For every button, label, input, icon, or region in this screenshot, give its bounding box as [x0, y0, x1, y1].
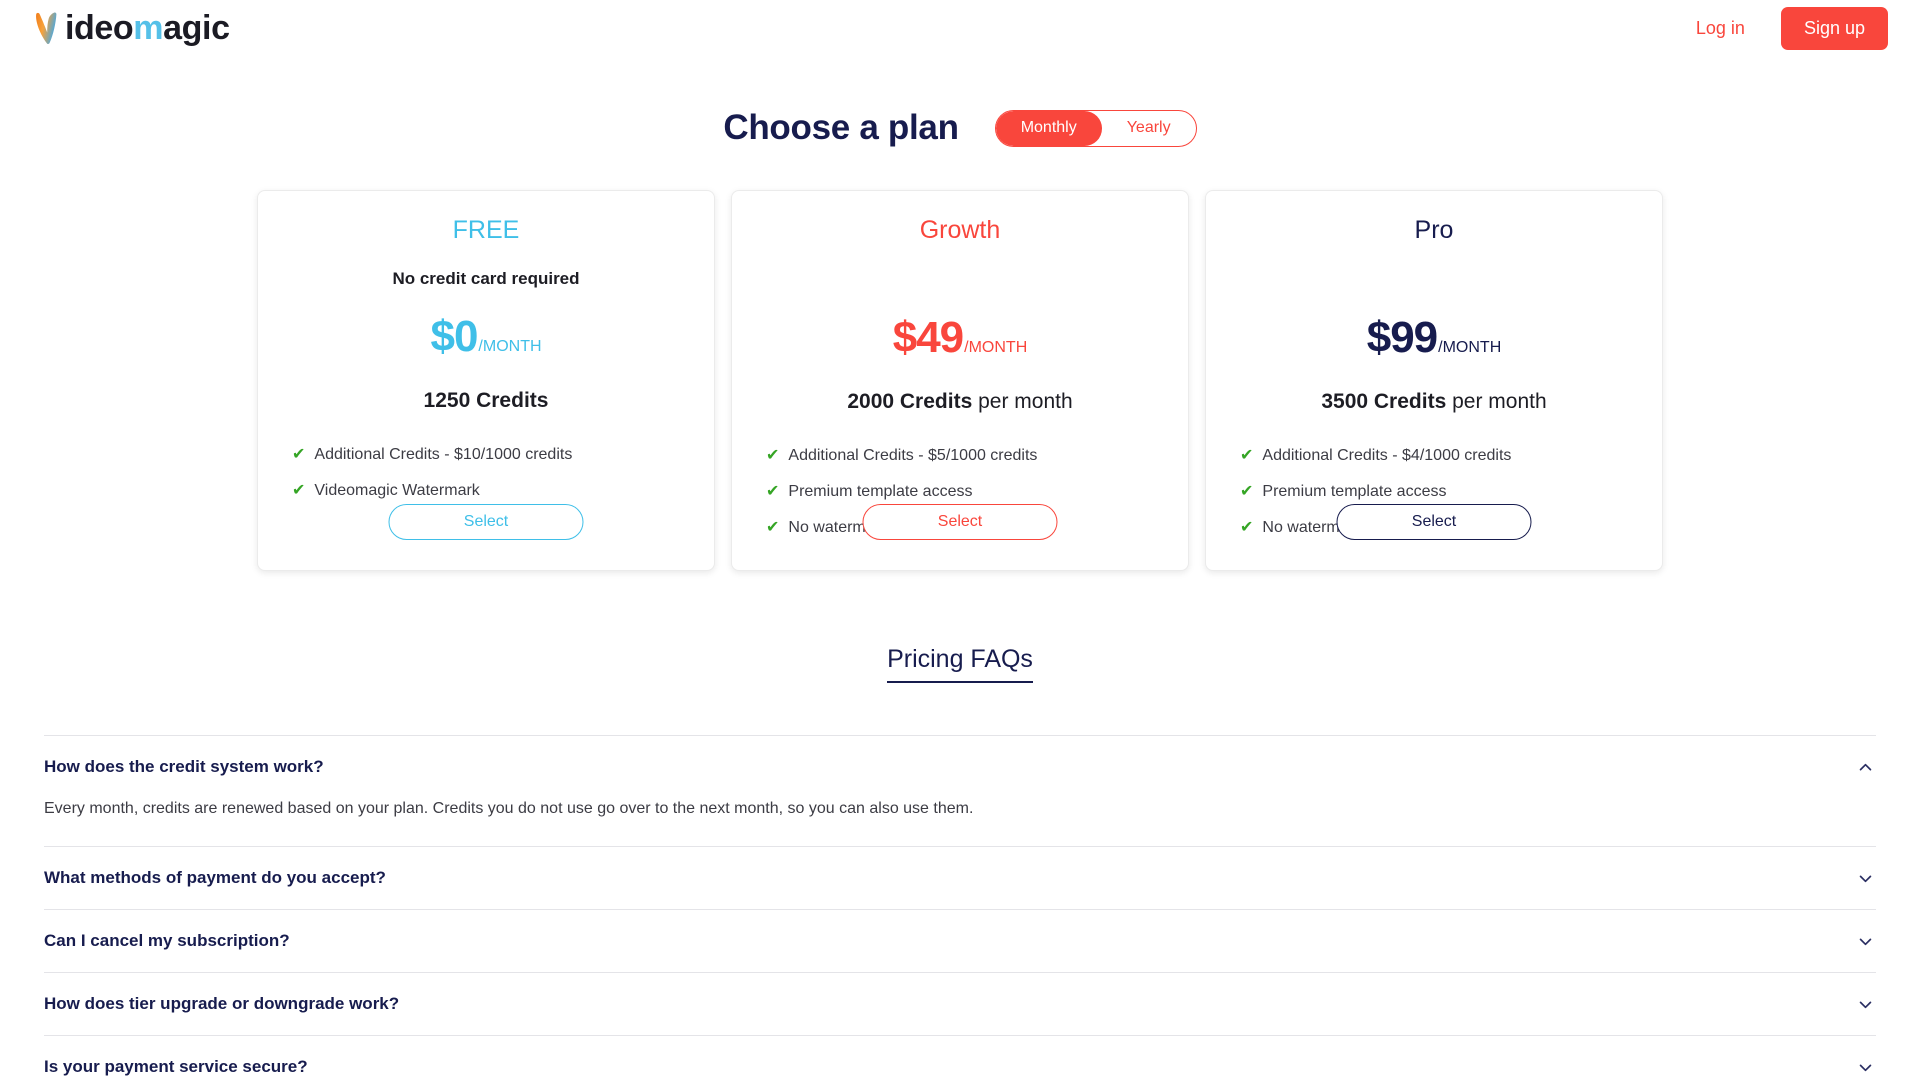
check-icon: ✔ — [292, 481, 306, 499]
check-icon: ✔ — [766, 446, 780, 464]
plan-feature-label: Videomagic Watermark — [314, 481, 480, 499]
faq-question-row[interactable]: Can I cancel my subscription? — [44, 910, 1876, 972]
faq-heading: Pricing FAQs — [887, 645, 1033, 683]
faq-question-row[interactable]: Is your payment service secure? — [44, 1036, 1876, 1080]
faq-question: Can I cancel my subscription? — [44, 931, 290, 951]
plan-name: Growth — [919, 216, 1001, 244]
plan-credits-amount: 1250 Credits — [423, 388, 549, 412]
plan-price-row: $49/MONTH — [760, 312, 1160, 362]
faq-heading-wrap: Pricing FAQs — [0, 645, 1920, 683]
plan-feature-label: Additional Credits - $4/1000 credits — [1262, 446, 1512, 464]
page-title: Choose a plan — [723, 108, 959, 147]
logo-v-icon — [36, 12, 57, 44]
plan-subtitle: No credit card required — [392, 268, 580, 288]
plan-title-row: Choose a plan Monthly Yearly — [0, 108, 1920, 148]
videomagic-logo[interactable]: ideo m agic — [34, 11, 230, 45]
plan-feature-label: Premium template access — [1262, 482, 1447, 500]
check-icon: ✔ — [766, 482, 780, 500]
plan-price-period: /MONTH — [1438, 338, 1502, 356]
faq-question: How does tier upgrade or downgrade work? — [44, 994, 400, 1014]
faq-question-row[interactable]: How does tier upgrade or downgrade work? — [44, 973, 1876, 1035]
plan-select-button[interactable]: Select — [388, 504, 584, 540]
chevron-up-icon[interactable] — [1857, 759, 1874, 776]
plan-select-button[interactable]: Select — [862, 504, 1058, 540]
signup-button[interactable]: Sign up — [1780, 6, 1888, 50]
plan-credits-amount: 2000 Credits — [847, 389, 973, 413]
faq-question: Is your payment service secure? — [44, 1057, 308, 1077]
faq-item: Is your payment service secure? — [44, 1036, 1876, 1080]
plan-credits-amount: 3500 Credits — [1321, 389, 1447, 413]
logo-text-agic: agic — [163, 9, 230, 47]
check-icon: ✔ — [1240, 518, 1254, 536]
check-icon: ✔ — [766, 518, 780, 536]
faq-item: What methods of payment do you accept? — [44, 847, 1876, 911]
plan-price-amount: $0 — [430, 311, 478, 361]
plan-credits-line: 2000 Credits per month — [760, 390, 1160, 414]
pricing-plans: FREE No credit card required $0/MONTH 1250 … — [0, 190, 1920, 571]
login-link[interactable]: Log in — [1696, 18, 1745, 39]
plan-feature-item: ✔ Premium template access — [1240, 482, 1634, 502]
plan-credits-line: 1250 Credits — [286, 389, 686, 413]
chevron-down-icon[interactable] — [1857, 933, 1874, 950]
plan-select-button[interactable]: Select — [1336, 504, 1532, 540]
plan-feature-item: ✔ Premium template access — [766, 482, 1160, 502]
plan-card: FREE No credit card required $0/MONTH 1250 … — [257, 190, 715, 571]
header-actions: Log in Sign up — [1696, 6, 1888, 50]
faq-answer: Every month, credits are renewed based o… — [44, 800, 974, 817]
plan-name: Pro — [1414, 216, 1454, 244]
site-header: ideo m agic Log in Sign up — [0, 0, 1920, 56]
billing-toggle-monthly[interactable]: Monthly — [995, 110, 1102, 146]
plan-price-amount: $49 — [892, 312, 964, 362]
faq-question: What methods of payment do you accept? — [44, 868, 386, 888]
faq-item: Can I cancel my subscription? — [44, 910, 1876, 974]
plan-credits-suffix: per month — [972, 389, 1073, 413]
billing-toggle-yearly[interactable]: Yearly — [1102, 111, 1196, 146]
plan-price-amount: $99 — [1366, 312, 1438, 362]
plan-feature-label: Additional Credits - $10/1000 credits — [314, 445, 573, 463]
plan-price-row: $0/MONTH — [286, 311, 686, 361]
plan-card: Pro $99/MONTH 3500 Credits per month ✔ Addit… — [1205, 190, 1663, 571]
logo-text-m: m — [133, 9, 164, 47]
check-icon: ✔ — [1240, 446, 1254, 464]
plan-feature-label: Additional Credits - $5/1000 credits — [788, 446, 1038, 464]
plan-credits-suffix: per month — [1446, 389, 1547, 413]
billing-period-toggle[interactable]: Monthly Yearly — [994, 109, 1197, 147]
faq-list: How does the credit system work? Every mo… — [0, 735, 1920, 1080]
chevron-down-icon[interactable] — [1857, 996, 1874, 1013]
plan-feature-item: ✔ Additional Credits - $10/1000 credits — [292, 445, 686, 465]
plan-feature-item: ✔ Videomagic Watermark — [292, 481, 686, 501]
plan-price-period: /MONTH — [964, 338, 1028, 356]
faq-question-row[interactable]: What methods of payment do you accept? — [44, 847, 1876, 909]
plan-card: Growth $49/MONTH 2000 Credits per month ✔ Ad… — [731, 190, 1189, 571]
chevron-down-icon[interactable] — [1857, 870, 1874, 887]
faq-question: How does the credit system work? — [44, 757, 324, 776]
plan-feature-item: ✔ Additional Credits - $4/1000 credits — [1240, 446, 1634, 466]
faq-item: How does tier upgrade or downgrade work? — [44, 973, 1876, 1037]
plan-feature-item: ✔ Additional Credits - $5/1000 credits — [766, 446, 1160, 466]
plan-price-row: $99/MONTH — [1234, 312, 1634, 362]
chevron-down-icon[interactable] — [1857, 1059, 1874, 1076]
plan-name: FREE — [452, 216, 520, 244]
faq-item: How does the credit system work? Every mo… — [44, 735, 1876, 848]
logo-text-ideo: ideo — [65, 9, 134, 47]
plan-credits-line: 3500 Credits per month — [1234, 390, 1634, 414]
plan-price-period: /MONTH — [478, 337, 542, 355]
faq-question-row[interactable]: How does the credit system work? — [44, 736, 1876, 798]
check-icon: ✔ — [292, 445, 306, 463]
check-icon: ✔ — [1240, 482, 1254, 500]
plan-feature-label: Premium template access — [788, 482, 973, 500]
